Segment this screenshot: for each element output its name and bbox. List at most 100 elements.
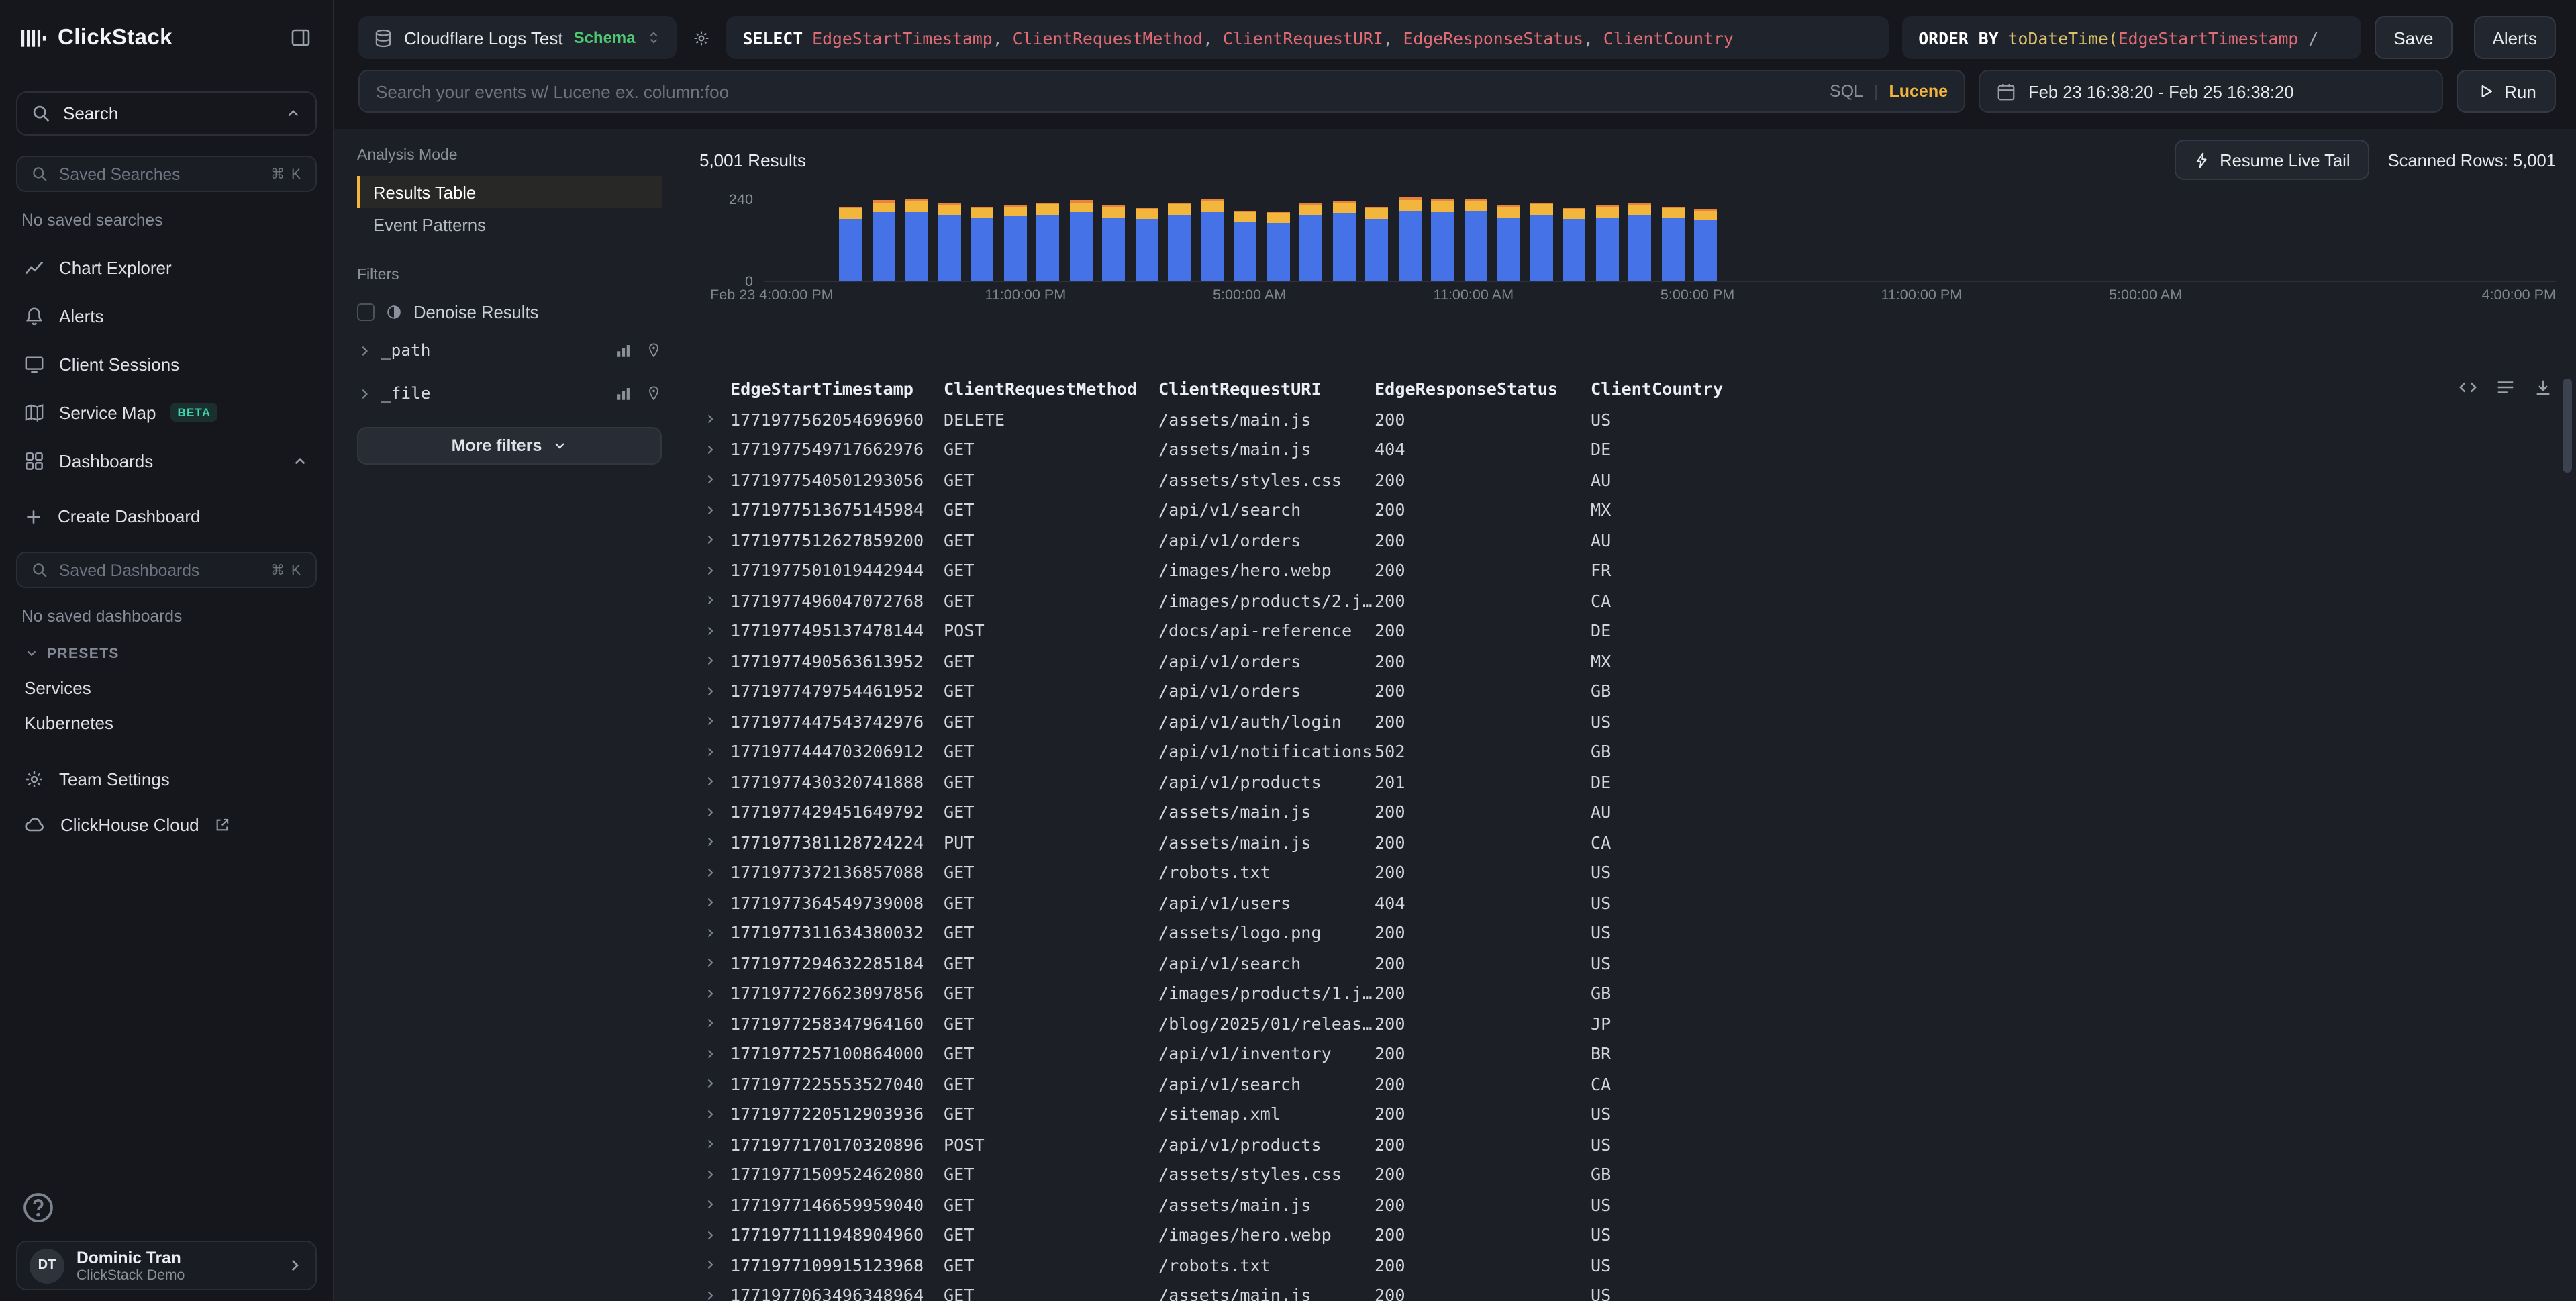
sidebar-item-alerts[interactable]: Alerts: [16, 291, 317, 340]
chart-bar[interactable]: [1135, 208, 1158, 281]
row-expand[interactable]: [699, 926, 730, 940]
row-expand[interactable]: [699, 1198, 730, 1212]
chart-bar[interactable]: [1267, 212, 1289, 281]
row-expand[interactable]: [699, 473, 730, 487]
table-row[interactable]: 1771977540501293056GET/assets/styles.css…: [699, 465, 2556, 495]
row-expand[interactable]: [699, 594, 730, 608]
chart-bar[interactable]: [938, 203, 960, 281]
table-row[interactable]: 1771977257100864000GET/api/v1/inventory2…: [699, 1039, 2556, 1069]
saved-dashboards-input[interactable]: Saved Dashboards ⌘ K: [16, 552, 317, 588]
table-row[interactable]: 1771977490563613952GET/api/v1/orders200M…: [699, 646, 2556, 676]
chart-bar[interactable]: [1563, 207, 1585, 281]
chart-bar[interactable]: [1102, 205, 1125, 281]
chart-bar[interactable]: [1003, 205, 1026, 281]
table-row[interactable]: 1771977496047072768GET/images/products/2…: [699, 585, 2556, 616]
chart-bar[interactable]: [1069, 200, 1092, 281]
chart-values-icon[interactable]: [615, 342, 632, 359]
clickstack-logo[interactable]: ClickStack: [21, 25, 172, 50]
row-expand[interactable]: [699, 836, 730, 849]
chart-bar[interactable]: [1464, 198, 1487, 281]
toggle-sql[interactable]: SQL: [1830, 82, 1863, 101]
row-expand[interactable]: [699, 534, 730, 547]
sidebar-item-dashboards[interactable]: Dashboards: [16, 436, 317, 485]
saved-searches-input[interactable]: Saved Searches ⌘ K: [16, 156, 317, 192]
sidebar-item-chart-explorer[interactable]: Chart Explorer: [16, 243, 317, 291]
code-view-icon[interactable]: [2458, 377, 2478, 397]
chart-values-icon[interactable]: [615, 385, 632, 402]
row-expand[interactable]: [699, 443, 730, 456]
save-button[interactable]: Save: [2375, 16, 2452, 59]
row-expand[interactable]: [699, 1228, 730, 1242]
chart-bar[interactable]: [1595, 205, 1618, 281]
user-menu[interactable]: DT Dominic Tran ClickStack Demo: [16, 1241, 317, 1290]
column-header-ClientRequestMethod[interactable]: ClientRequestMethod: [944, 379, 1158, 399]
denoise-results-option[interactable]: Denoise Results: [357, 295, 662, 328]
chart-bar[interactable]: [1530, 202, 1552, 281]
collapse-sidebar-icon[interactable]: [290, 27, 311, 48]
row-expand[interactable]: [699, 715, 730, 728]
filter-group-path[interactable]: _path: [357, 330, 662, 371]
denoise-checkbox[interactable]: [357, 303, 375, 320]
table-row[interactable]: 1771977220512903936GET/sitemap.xml200US: [699, 1099, 2556, 1129]
row-expand[interactable]: [699, 1017, 730, 1030]
table-row[interactable]: 1771977225553527040GET/api/v1/search200C…: [699, 1069, 2556, 1099]
alerts-button[interactable]: Alerts: [2474, 16, 2556, 59]
table-row[interactable]: 1771977311634380032GET/assets/logo.png20…: [699, 918, 2556, 948]
row-expand[interactable]: [699, 503, 730, 517]
row-expand[interactable]: [699, 987, 730, 1000]
nav-group-search[interactable]: Search: [16, 91, 317, 136]
help-icon[interactable]: [21, 1191, 55, 1224]
sidebar-item-client-sessions[interactable]: Client Sessions: [16, 340, 317, 388]
chart-bar[interactable]: [1365, 206, 1388, 281]
sidebar-item-clickhouse-cloud[interactable]: ClickHouse Cloud: [16, 804, 317, 845]
chart-bar[interactable]: [839, 206, 862, 281]
row-expand[interactable]: [699, 806, 730, 819]
row-expand[interactable]: [699, 1168, 730, 1182]
order-by-editor[interactable]: ORDER BY toDateTime( EdgeStartTimestamp …: [1902, 16, 2361, 59]
table-row[interactable]: 1771977150952462080GET/assets/styles.css…: [699, 1159, 2556, 1190]
column-header-ClientRequestURI[interactable]: ClientRequestURI: [1158, 379, 1375, 399]
row-expand[interactable]: [699, 624, 730, 638]
table-row[interactable]: 1771977109915123968GET/robots.txt200US: [699, 1250, 2556, 1280]
chart-bar[interactable]: [1431, 199, 1454, 281]
table-row[interactable]: 1771977512627859200GET/api/v1/orders200A…: [699, 525, 2556, 555]
preset-item-services[interactable]: Services: [16, 670, 317, 705]
table-row[interactable]: 1771977170170320896POST/api/v1/products2…: [699, 1129, 2556, 1159]
table-row[interactable]: 1771977444703206912GET/api/v1/notificati…: [699, 736, 2556, 767]
mode-results-table[interactable]: Results Table: [357, 176, 662, 208]
row-expand[interactable]: [699, 1077, 730, 1091]
table-row[interactable]: 1771977364549739008GET/api/v1/users404US: [699, 887, 2556, 918]
row-expand[interactable]: [699, 1108, 730, 1121]
table-row[interactable]: 1771977372136857088GET/robots.txt200US: [699, 857, 2556, 887]
pin-icon[interactable]: [646, 342, 662, 358]
row-expand[interactable]: [699, 413, 730, 426]
select-clause-editor[interactable]: SELECT EdgeStartTimestamp, ClientRequest…: [727, 16, 1889, 59]
row-expand[interactable]: [699, 1138, 730, 1151]
table-row[interactable]: 1771977063496348964GET/assets/main.js200…: [699, 1280, 2556, 1301]
table-row[interactable]: 1771977429451649792GET/assets/main.js200…: [699, 797, 2556, 827]
event-search-input[interactable]: Search your events w/ Lucene ex. column:…: [358, 70, 1965, 113]
row-expand[interactable]: [699, 685, 730, 698]
row-expand[interactable]: [699, 896, 730, 910]
table-row[interactable]: 1771977513675145984GET/api/v1/search200M…: [699, 495, 2556, 525]
table-row[interactable]: 1771977479754461952GET/api/v1/orders200G…: [699, 676, 2556, 706]
table-row[interactable]: 1771977276623097856GET/images/products/1…: [699, 978, 2556, 1008]
row-expand[interactable]: [699, 866, 730, 879]
chart-bar[interactable]: [1497, 205, 1520, 281]
chart-bar[interactable]: [1694, 209, 1717, 281]
source-selector[interactable]: Cloudflare Logs Test Schema: [358, 16, 677, 59]
presets-toggle[interactable]: PRESETS: [16, 644, 317, 662]
row-expand[interactable]: [699, 564, 730, 577]
chart-bar[interactable]: [1201, 199, 1224, 281]
table-row[interactable]: 1771977501019442944GET/images/hero.webp2…: [699, 555, 2556, 585]
table-row[interactable]: 1771977381128724224PUT/assets/main.js200…: [699, 827, 2556, 857]
create-dashboard-button[interactable]: Create Dashboard: [16, 493, 317, 540]
chart-bar[interactable]: [1661, 206, 1684, 281]
pin-icon[interactable]: [646, 385, 662, 401]
chart-bar[interactable]: [905, 199, 928, 281]
mode-event-patterns[interactable]: Event Patterns: [357, 208, 662, 240]
column-header-ClientCountry[interactable]: ClientCountry: [1591, 379, 2556, 399]
table-row[interactable]: 1771977495137478144POST/docs/api-referen…: [699, 616, 2556, 646]
table-row[interactable]: 1771977111948904960GET/images/hero.webp2…: [699, 1220, 2556, 1250]
column-header-EdgeResponseStatus[interactable]: EdgeResponseStatus: [1375, 379, 1591, 399]
